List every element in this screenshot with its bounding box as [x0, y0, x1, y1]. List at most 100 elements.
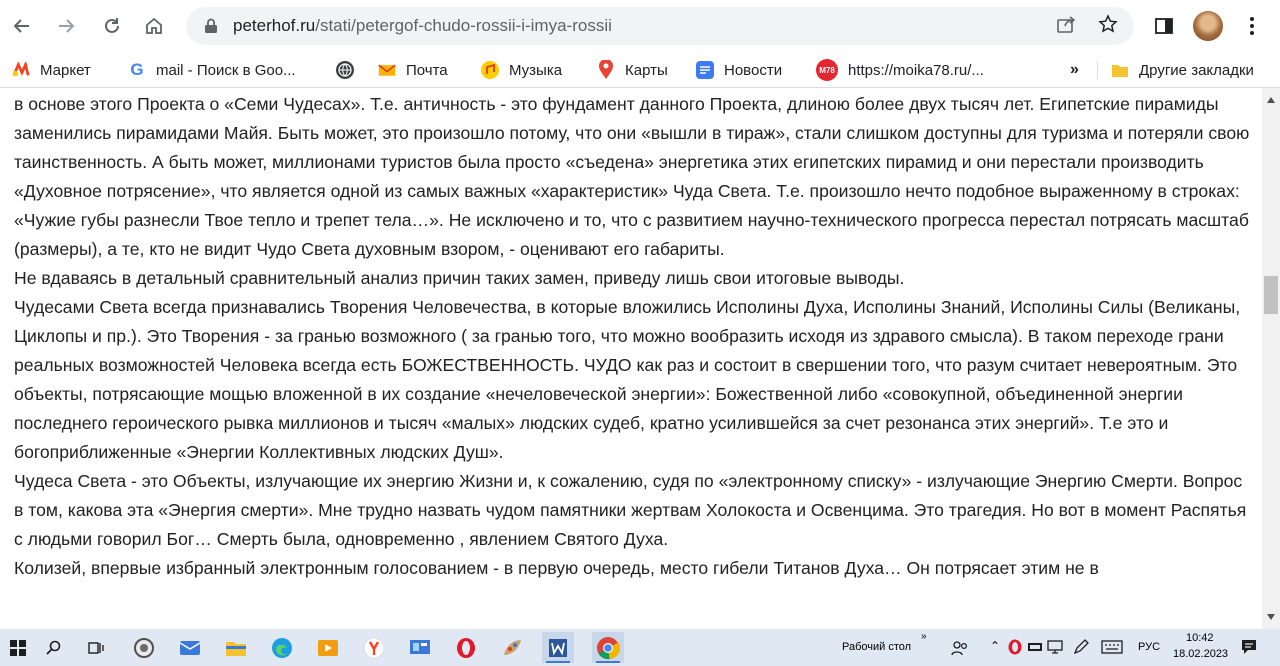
profile-avatar[interactable] — [1193, 11, 1223, 41]
taskbar-app-media[interactable] — [312, 632, 344, 663]
taskbar-app-paint[interactable] — [496, 632, 528, 663]
taskbar-app-control-panel[interactable] — [404, 632, 436, 663]
maps-pin-icon — [597, 60, 615, 79]
taskbar-app-word[interactable] — [542, 632, 574, 663]
taskbar-app-yandex[interactable] — [358, 632, 390, 663]
search-button[interactable] — [38, 632, 70, 663]
bookmark-label: Маркет — [40, 61, 91, 79]
circle-app-icon — [134, 637, 154, 658]
taskbar-app-mail[interactable] — [174, 632, 206, 663]
article-paragraph: Чудесами Света всегда признавались Творе… — [14, 297, 1241, 462]
side-panel-icon — [1155, 18, 1173, 34]
more-bookmarks-button[interactable]: » — [1070, 59, 1079, 81]
notifications-button[interactable] — [1240, 638, 1258, 659]
bookmark-label: Почта — [406, 61, 448, 79]
url-text[interactable]: peterhof.ru/stati/petergof-chudo-rossii-… — [233, 16, 612, 36]
bookmark-label: Другие закладки — [1139, 61, 1254, 79]
taskbar-app-explorer[interactable] — [220, 632, 252, 663]
tray-keyboard-icon[interactable] — [1101, 640, 1123, 657]
notification-icon — [1242, 640, 1256, 654]
bookmark-label: Карты — [625, 61, 668, 79]
bookmark-label: Новости — [724, 61, 783, 79]
task-view-button[interactable] — [80, 632, 112, 663]
bookmark-market[interactable]: Маркет — [12, 59, 91, 81]
lock-icon[interactable] — [204, 18, 218, 34]
globe-icon — [336, 61, 354, 79]
clock-time[interactable]: 10:42 — [1186, 632, 1214, 644]
arrow-right-icon — [59, 19, 75, 33]
bookmark-label: https://moika78.ru/... — [848, 61, 984, 79]
control-panel-icon — [410, 639, 430, 654]
tray-chevron[interactable]: » — [921, 631, 927, 642]
share-button[interactable] — [1054, 14, 1078, 38]
mail-icon — [378, 61, 396, 79]
people-icon[interactable] — [950, 640, 970, 659]
folder-icon — [226, 641, 246, 656]
home-icon — [146, 17, 162, 34]
back-button[interactable] — [6, 10, 38, 42]
tray-up-icon[interactable]: ⌃ — [990, 639, 1000, 653]
taskbar-app-chrome[interactable] — [592, 632, 624, 663]
mail-app-icon — [179, 640, 201, 655]
tray-display-icon[interactable] — [1047, 640, 1063, 657]
side-panel-button[interactable] — [1150, 12, 1178, 40]
forward-button[interactable] — [50, 10, 82, 42]
clock-date[interactable]: 18.02.2023 — [1173, 648, 1228, 660]
bookmarks-bar: Маркет G mail - Поиск в Goo... Почта Муз… — [0, 52, 1280, 88]
address-bar[interactable]: peterhof.ru/stati/petergof-chudo-rossii-… — [186, 7, 1134, 45]
bookmark-mail[interactable]: Почта — [378, 59, 448, 81]
taskbar-app-cortana[interactable] — [128, 632, 160, 663]
url-path: /stati/petergof-chudo-rossii-i-imya-ross… — [315, 16, 612, 35]
article-paragraph: в основе этого Проекта о «Семи Чудесах».… — [14, 94, 1250, 259]
bookmark-news[interactable]: Новости — [696, 59, 782, 81]
windows-taskbar: Рабочий стол » ⌃ РУС 10:42 18.02.2023 — [0, 629, 1280, 666]
bookmark-label: mail - Поиск в Goo... — [156, 61, 296, 79]
bookmark-maps[interactable]: Карты — [597, 59, 668, 81]
share-icon — [1057, 16, 1076, 33]
kebab-dot-icon — [1250, 24, 1254, 28]
bookmark-google-search[interactable]: G mail - Поиск в Goo... — [128, 59, 296, 81]
edge-icon — [272, 637, 292, 658]
vertical-scrollbar[interactable] — [1262, 88, 1280, 629]
taskbar-app-edge[interactable] — [266, 632, 298, 663]
article-paragraph: Не вдаваясь в детальный сравнительный ан… — [14, 268, 905, 288]
music-icon — [481, 61, 499, 79]
google-icon: G — [130, 60, 144, 79]
paint-icon — [504, 639, 521, 655]
kebab-dot-icon — [1250, 17, 1254, 21]
language-indicator[interactable]: РУС — [1138, 641, 1160, 653]
tray-opera-icon[interactable] — [1007, 639, 1023, 658]
scroll-up-arrow[interactable] — [1262, 92, 1280, 108]
browser-toolbar: peterhof.ru/stati/petergof-chudo-rossii-… — [0, 0, 1280, 52]
other-bookmarks-folder[interactable]: Другие закладки — [1111, 59, 1254, 81]
folder-icon — [1111, 61, 1129, 79]
start-button[interactable] — [2, 632, 34, 663]
bookmark-moika78[interactable]: M78 https://moika78.ru/... — [816, 59, 984, 81]
bookmark-star-button[interactable] — [1096, 14, 1120, 38]
reload-icon — [105, 18, 119, 33]
kebab-dot-icon — [1250, 31, 1254, 35]
bookmark-label: Музыка — [509, 61, 563, 79]
home-button[interactable] — [138, 10, 170, 42]
yandex-market-icon — [12, 61, 30, 79]
tray-network-icon[interactable] — [1027, 640, 1043, 657]
bookmark-music[interactable]: Музыка — [481, 59, 562, 81]
scroll-down-arrow[interactable] — [1262, 609, 1280, 625]
taskbar-app-opera[interactable] — [450, 632, 482, 663]
menu-button[interactable] — [1242, 12, 1262, 40]
task-view-icon — [88, 641, 104, 654]
opera-icon — [457, 637, 475, 658]
scrollbar-thumb[interactable] — [1264, 276, 1278, 314]
desktop-toolbar-label[interactable]: Рабочий стол — [842, 641, 911, 653]
arrow-left-icon — [13, 19, 29, 33]
windows-logo-icon — [10, 639, 26, 656]
media-app-icon — [318, 639, 338, 656]
news-icon — [696, 61, 714, 79]
bookmark-globe[interactable] — [336, 59, 364, 81]
word-icon — [549, 638, 567, 657]
bookmarks-separator — [1097, 61, 1098, 79]
chrome-icon — [597, 636, 620, 659]
tray-pen-icon[interactable] — [1073, 639, 1089, 658]
reload-button[interactable] — [96, 10, 128, 42]
star-icon — [1098, 14, 1118, 33]
